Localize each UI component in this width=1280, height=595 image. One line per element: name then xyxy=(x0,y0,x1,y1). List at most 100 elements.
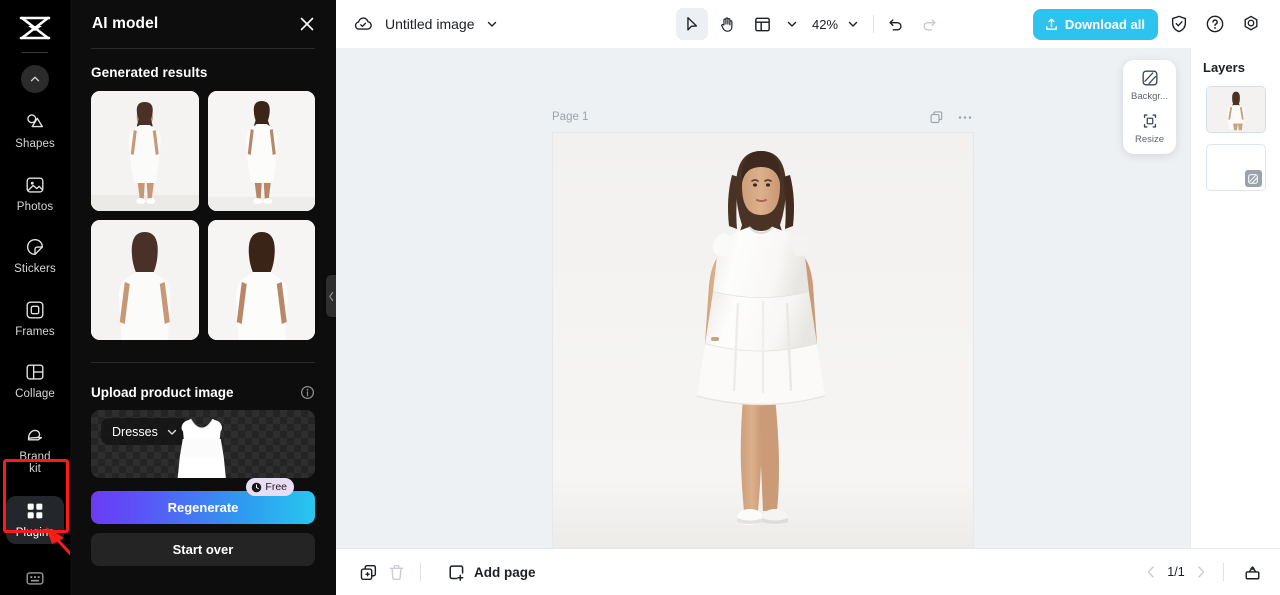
rail-bottom-group xyxy=(0,567,70,589)
more-options-icon[interactable] xyxy=(957,115,973,120)
regenerate-button[interactable]: Regenerate Free xyxy=(91,478,315,524)
layout-tool[interactable] xyxy=(746,8,778,40)
generated-result-2[interactable] xyxy=(207,91,315,211)
keyboard-icon[interactable] xyxy=(24,567,46,589)
shapes-icon xyxy=(27,114,44,128)
generated-results-title: Generated results xyxy=(91,65,208,80)
clock-icon xyxy=(252,482,262,492)
plugins-grid-icon xyxy=(27,503,43,518)
layout-chevron-down-icon[interactable] xyxy=(785,17,799,31)
hand-icon xyxy=(721,17,733,32)
product-image-dropzone[interactable]: Dresses xyxy=(91,410,315,478)
app-root: Shapes Photos Stickers Frames Collage Br… xyxy=(0,0,1280,595)
download-icon xyxy=(1045,18,1057,30)
sidebar-item-label: Shapes xyxy=(15,138,55,150)
artboard[interactable] xyxy=(553,133,973,548)
bottom-separator-2 xyxy=(1223,563,1224,581)
generated-result-4[interactable] xyxy=(207,220,315,340)
sidebar-item-plugins[interactable]: Plugins xyxy=(6,495,64,544)
duplicate-page-button[interactable] xyxy=(354,558,382,586)
settings-gear-icon xyxy=(1244,15,1258,31)
resize-tool-label: Resize xyxy=(1134,134,1165,145)
info-icon[interactable] xyxy=(300,385,315,400)
sidebar-item-collage[interactable]: Collage xyxy=(6,357,64,406)
sidebar-item-brand-kit[interactable]: Brand kit xyxy=(6,420,64,481)
layer-item-background[interactable] xyxy=(1205,144,1266,191)
rail-divider xyxy=(22,52,48,53)
generated-results-grid xyxy=(91,91,315,340)
frames-icon xyxy=(26,301,44,318)
layer-background-badge xyxy=(1244,170,1262,187)
free-badge-label: Free xyxy=(265,481,287,493)
sidebar-item-label: Photos xyxy=(16,200,54,213)
panel-collapse-handle[interactable] xyxy=(326,275,336,317)
layer-item-image[interactable] xyxy=(1205,86,1266,133)
document-title[interactable]: Untitled image xyxy=(385,16,475,32)
download-all-button[interactable]: Download all xyxy=(1032,8,1158,40)
free-badge: Free xyxy=(246,478,294,496)
upload-header: Upload product image xyxy=(91,385,315,400)
add-page-icon xyxy=(449,564,464,581)
help-button[interactable] xyxy=(1200,9,1230,39)
chevron-right-icon[interactable] xyxy=(1193,564,1209,580)
page-count: 1/1 xyxy=(1167,565,1185,579)
trash-icon xyxy=(389,564,403,580)
generated-result-3[interactable] xyxy=(91,220,199,340)
sidebar-item-stickers[interactable]: Stickers xyxy=(6,232,64,281)
page-label: Page 1 xyxy=(552,111,589,123)
chevron-up-icon xyxy=(30,76,40,82)
rail-collapse-button[interactable] xyxy=(21,65,49,93)
hand-tool[interactable] xyxy=(711,8,743,40)
panel-header: AI model xyxy=(70,0,336,48)
start-over-button[interactable]: Start over xyxy=(91,533,315,566)
resize-tool[interactable]: Resize xyxy=(1123,111,1176,145)
layers-title: Layers xyxy=(1203,60,1245,75)
category-value: Dresses xyxy=(112,424,158,439)
cloud-saved-icon[interactable] xyxy=(352,13,374,35)
capcut-logo-icon[interactable] xyxy=(15,12,55,44)
resize-icon xyxy=(1143,114,1156,128)
layers-panel: Layers xyxy=(1190,48,1280,548)
sidebar-item-photos[interactable]: Photos xyxy=(6,170,64,219)
top-toolbar: Untitled image 42% Download all xyxy=(336,0,1280,48)
panel-divider-2 xyxy=(91,362,315,363)
brand-kit-label-line1: Brand xyxy=(19,450,51,463)
sidebar-item-shapes[interactable]: Shapes xyxy=(6,107,64,156)
brand-kit-label-line2: kit xyxy=(29,463,41,475)
panel-divider xyxy=(91,48,315,49)
duplicate-page-icon[interactable] xyxy=(929,110,944,125)
help-circle-icon xyxy=(1206,15,1224,33)
delete-page-button xyxy=(382,558,410,586)
undo-icon[interactable] xyxy=(887,15,905,33)
collage-icon xyxy=(26,364,44,380)
sidebar-item-frames[interactable]: Frames xyxy=(6,295,64,344)
chevron-left-icon xyxy=(329,291,334,301)
sidebar-item-label: Plugins xyxy=(15,526,55,539)
shield-check-button[interactable] xyxy=(1164,9,1194,39)
canvas-area[interactable]: Page 1 Backgr... Resize xyxy=(336,48,1190,548)
generated-result-1[interactable] xyxy=(91,91,199,211)
background-tool[interactable]: Backgr... xyxy=(1123,68,1176,102)
redo-icon xyxy=(923,19,936,31)
floating-tools-panel: Backgr... Resize xyxy=(1123,60,1176,154)
regenerate-label: Regenerate xyxy=(167,500,239,515)
download-all-label: Download all xyxy=(1064,16,1145,32)
background-icon xyxy=(1248,173,1258,184)
page-actions xyxy=(929,110,973,125)
present-button[interactable] xyxy=(1238,558,1266,586)
close-icon[interactable] xyxy=(298,15,316,33)
chevron-down-icon[interactable] xyxy=(485,17,499,31)
shield-check-icon xyxy=(1171,15,1187,33)
cursor-icon xyxy=(687,17,698,31)
background-tool-label: Backgr... xyxy=(1131,91,1168,102)
work-area: Page 1 Backgr... Resize Layers xyxy=(336,48,1280,548)
settings-button[interactable] xyxy=(1236,9,1266,39)
zoom-chevron-down-icon[interactable] xyxy=(846,17,860,31)
present-icon xyxy=(1245,565,1259,579)
bottom-separator xyxy=(420,563,421,581)
main-area: Untitled image 42% Download all Page 1 B… xyxy=(336,0,1280,595)
chevron-left-icon[interactable] xyxy=(1143,564,1159,580)
add-page-button[interactable]: Add page xyxy=(447,563,536,582)
zoom-control[interactable]: 42% xyxy=(812,17,860,32)
select-tool[interactable] xyxy=(676,8,708,40)
